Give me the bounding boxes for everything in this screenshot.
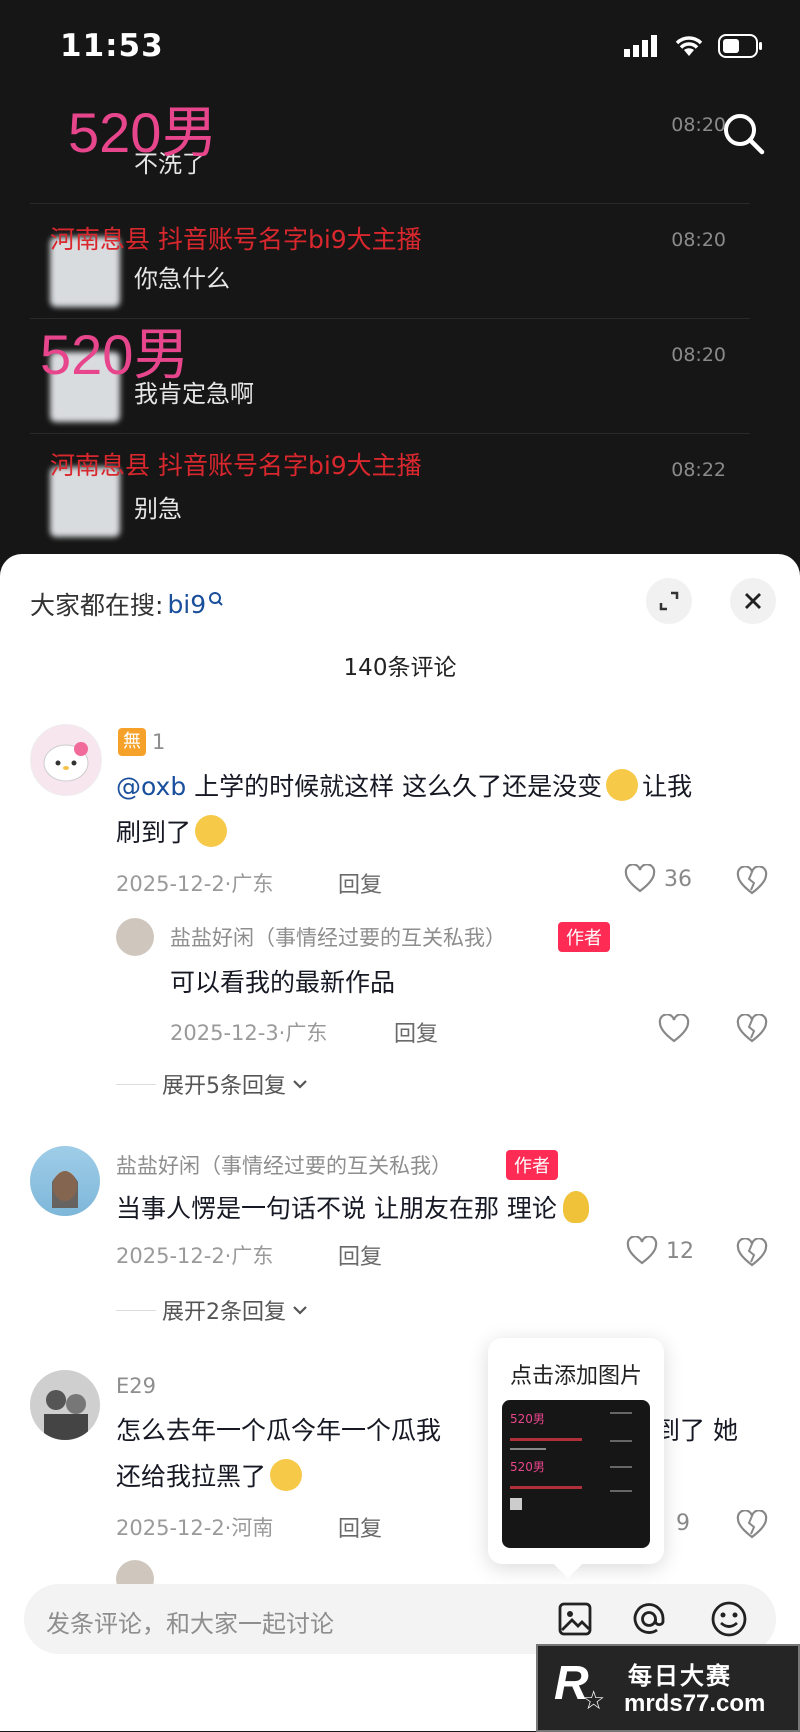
add-image-tooltip[interactable]: 点击添加图片 520男 520男 <box>488 1338 664 1579</box>
status-time: 11:53 <box>60 28 164 64</box>
chat-message: 别急 <box>134 495 182 523</box>
watermark-title: 每日大赛 <box>628 1662 732 1690</box>
expand-label: 展开2条回复 <box>162 1300 286 1325</box>
overlay-label: 河南息县 抖音账号名字bi9大主播 <box>50 225 422 254</box>
tooltip-label: 点击添加图片 <box>509 1364 642 1389</box>
close-button[interactable] <box>730 578 776 624</box>
expand-replies[interactable]: 展开2条回复 <box>116 1294 308 1326</box>
comment-date: 2025-12-2·广东 <box>116 872 274 896</box>
mention-icon[interactable] <box>630 1600 668 1638</box>
status-icons <box>624 34 764 58</box>
chat-message: 你急什么 <box>134 265 230 293</box>
heart-icon <box>624 864 656 893</box>
image-icon[interactable] <box>558 1602 592 1636</box>
comment-text: 怎么去年一个瓜今年一个瓜我 到了 她 还给我拉黑了 <box>116 1416 738 1491</box>
trending-prefix: 大家都在搜: <box>30 591 164 620</box>
like-count: 36 <box>664 866 692 892</box>
divider-line <box>116 1309 156 1311</box>
battery-icon <box>718 34 762 58</box>
badge-icon: 無 <box>118 728 146 756</box>
reply-button[interactable]: 回复 <box>394 1016 438 1048</box>
wifi-icon <box>675 36 703 56</box>
reply-button[interactable]: 回复 <box>338 1511 382 1543</box>
watermark-url: mrds77.com <box>624 1690 766 1717</box>
comment-date: 2025-12-2·广东 <box>116 1244 274 1268</box>
screenshot-thumbnail[interactable]: 520男 520男 <box>502 1400 650 1548</box>
dislike-icon[interactable] <box>736 866 768 896</box>
comment-input[interactable]: 发条评论，和大家一起讨论 <box>46 1604 334 1639</box>
heart-icon[interactable] <box>658 1014 690 1044</box>
reply-text: 可以看我的最新作品 <box>170 968 396 997</box>
comment-date: 2025-12-2·河南 <box>116 1516 274 1540</box>
close-icon <box>745 593 761 609</box>
chevron-down-icon <box>293 1306 307 1315</box>
emoji-icon[interactable] <box>710 1600 748 1638</box>
like-count: 12 <box>666 1238 694 1264</box>
expand-icon <box>659 591 679 611</box>
avatar[interactable] <box>30 1146 100 1216</box>
watermark: R ☆ 每日大赛 mrds77.com <box>536 1644 800 1732</box>
comment-text: @oxb 上学的时候就这样 这么久了还是没变 让我 刷到了 <box>116 764 766 856</box>
avatar[interactable] <box>30 724 102 796</box>
comment-author[interactable]: 1 <box>152 730 165 754</box>
comment-author[interactable]: 盐盐好闲（事情经过要的互关私我） <box>116 1150 452 1180</box>
expand-label: 展开5条回复 <box>162 1074 286 1099</box>
laugh-cry-emoji <box>606 769 639 801</box>
chat-time: 08:20 <box>671 344 726 366</box>
reply-date: 2025-12-3·广东 <box>170 1021 328 1045</box>
thumb-overlay: 520男 <box>510 1460 545 1474</box>
avatar[interactable] <box>116 918 154 956</box>
chevron-down-icon <box>293 1080 307 1089</box>
chat-time: 08:20 <box>671 114 726 136</box>
heart-icon <box>626 1236 658 1265</box>
comment-count: 140条评论 <box>343 655 457 681</box>
signal-icon <box>624 35 657 57</box>
like-count: 9 <box>676 1511 690 1536</box>
like-button[interactable]: 36 <box>624 864 692 894</box>
like-button[interactable]: 12 <box>626 1236 694 1266</box>
divider-line <box>116 1083 156 1085</box>
reply-author[interactable]: 盐盐好闲（事情经过要的互关私我） <box>170 922 506 952</box>
laugh-cry-emoji <box>195 815 228 847</box>
grin-emoji <box>270 1459 303 1491</box>
thumb-overlay: 520男 <box>510 1412 545 1426</box>
dislike-icon[interactable] <box>736 1238 768 1268</box>
trending-term: bi9 <box>167 589 207 619</box>
comment-author[interactable]: E29 <box>116 1374 156 1398</box>
avatar[interactable] <box>30 1370 100 1440</box>
author-tag: 作者 <box>558 922 610 952</box>
dislike-icon[interactable] <box>736 1510 768 1540</box>
overlay-label: 520男 <box>40 323 190 386</box>
chat-time: 08:22 <box>671 459 726 481</box>
overlay-label: 520男 <box>68 101 218 164</box>
expand-replies[interactable]: 展开5条回复 <box>116 1068 308 1100</box>
search-small-icon <box>209 592 223 606</box>
chat-time: 08:20 <box>671 229 726 251</box>
gift-emoji <box>562 1191 589 1223</box>
overlay-label: 河南息县 抖音账号名字bi9大主播 <box>50 451 422 480</box>
mention-link[interactable]: @oxb <box>116 772 186 801</box>
reply-button[interactable]: 回复 <box>338 867 382 899</box>
reply-button[interactable]: 回复 <box>338 1239 382 1271</box>
comment-text: 当事人愣是一句话不说 让朋友在那 理论 <box>116 1186 589 1232</box>
dislike-icon[interactable] <box>736 1014 768 1044</box>
trending-search[interactable]: 大家都在搜: bi9 <box>30 586 224 622</box>
expand-sheet-button[interactable] <box>646 578 692 624</box>
star-icon: ☆ <box>582 1686 606 1716</box>
author-tag: 作者 <box>506 1150 558 1180</box>
